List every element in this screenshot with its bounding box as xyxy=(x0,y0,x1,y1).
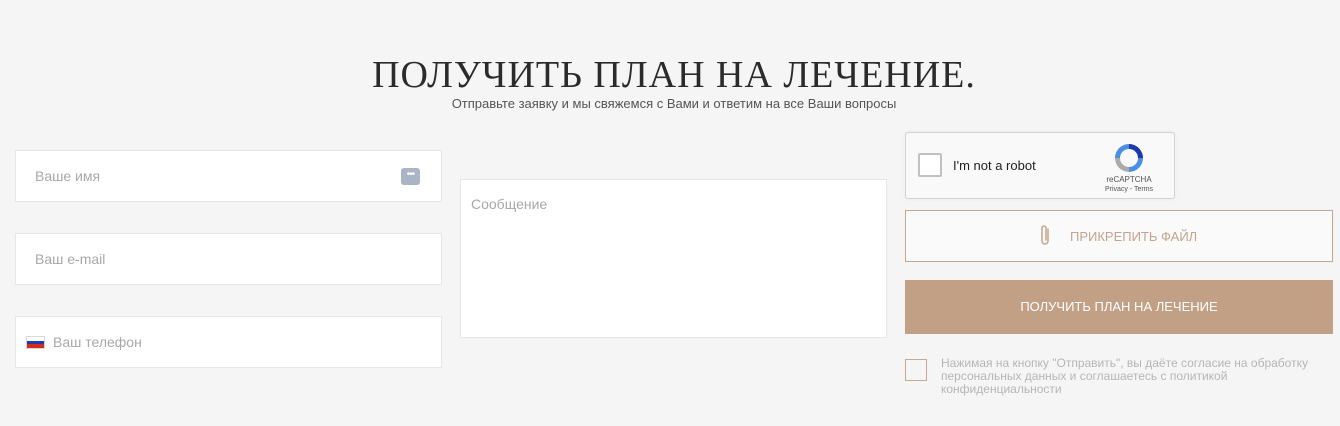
page-subtitle: Отправьте заявку и мы свяжемся с Вами и … xyxy=(451,96,897,111)
message-placeholder: Сообщение xyxy=(471,196,548,212)
dots-icon[interactable]: ••• xyxy=(401,168,420,185)
recaptcha-logo-icon xyxy=(1115,144,1143,172)
consent-checkbox[interactable] xyxy=(905,359,927,381)
name-field[interactable]: Ваше имя ••• xyxy=(15,150,442,202)
recaptcha-brand: reCAPTCHA xyxy=(1106,175,1152,184)
attach-file-button[interactable]: ПРИКРЕПИТЬ ФАЙЛ xyxy=(905,210,1333,262)
phone-field[interactable]: Ваш телефон xyxy=(15,316,442,368)
page-title: ПОЛУЧИТЬ ПЛАН НА ЛЕЧЕНИЕ. xyxy=(372,54,976,97)
recaptcha-label: I'm not a robot xyxy=(953,158,1036,173)
recaptcha-checkbox[interactable] xyxy=(918,153,942,177)
attach-file-label: ПРИКРЕПИТЬ ФАЙЛ xyxy=(1070,229,1198,244)
name-placeholder: Ваше имя xyxy=(35,168,101,184)
russia-flag-icon[interactable] xyxy=(26,336,45,349)
email-field[interactable]: Ваш e-mail xyxy=(15,233,442,285)
email-placeholder: Ваш e-mail xyxy=(35,251,106,267)
recaptcha-widget: I'm not a robot reCAPTCHA Privacy - Term… xyxy=(905,132,1175,199)
consent-text: Нажимая на кнопку "Отправить", вы даёте … xyxy=(941,356,1308,396)
phone-placeholder: Ваш телефон xyxy=(53,334,142,350)
recaptcha-terms-link[interactable]: Privacy - Terms xyxy=(1094,186,1164,193)
message-field[interactable]: Сообщение xyxy=(460,179,887,338)
submit-button[interactable]: ПОЛУЧИТЬ ПЛАН НА ЛЕЧЕНИЕ xyxy=(905,280,1333,334)
paperclip-icon xyxy=(1041,225,1049,245)
